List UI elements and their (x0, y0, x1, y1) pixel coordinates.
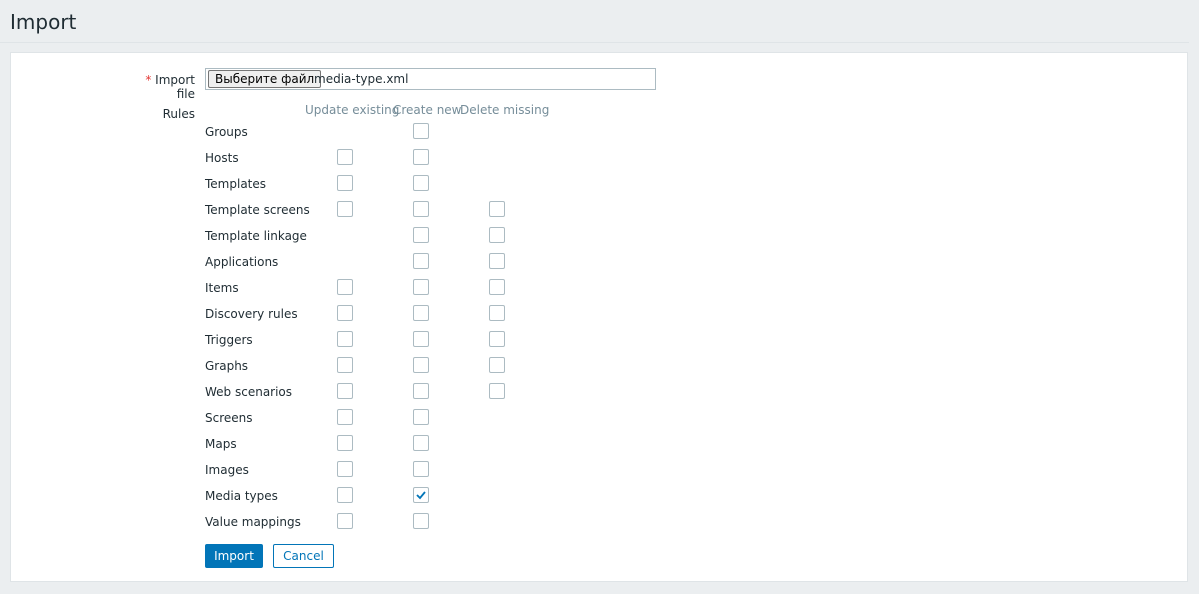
checkbox-create-new-hosts[interactable] (413, 149, 429, 165)
column-create-new: Create new (393, 103, 462, 117)
rule-label-template-screens: Template screens (205, 203, 310, 217)
checkbox-delete-missing-template-screens[interactable] (489, 201, 505, 217)
checkbox-delete-missing-triggers[interactable] (489, 331, 505, 347)
rule-label-maps: Maps (205, 437, 237, 451)
checkbox-create-new-items[interactable] (413, 279, 429, 295)
checkbox-create-new-web-scenarios[interactable] (413, 383, 429, 399)
choose-file-button[interactable]: Выберите файл (208, 70, 322, 88)
import-button[interactable]: Import (205, 544, 263, 568)
checkbox-update-existing-maps[interactable] (337, 435, 353, 451)
rule-label-items: Items (205, 281, 239, 295)
checkbox-create-new-template-screens[interactable] (413, 201, 429, 217)
rule-label-templates: Templates (205, 177, 267, 191)
checkbox-update-existing-template-screens[interactable] (337, 201, 353, 217)
rule-label-images: Images (205, 463, 249, 477)
checkbox-create-new-discovery-rules[interactable] (413, 305, 429, 321)
import-form: * Import file Выберите файл media-type.x… (10, 52, 1188, 582)
checkbox-create-new-template-linkage[interactable] (413, 227, 429, 243)
checkbox-create-new-media-types[interactable] (413, 487, 429, 503)
checkbox-update-existing-screens[interactable] (337, 409, 353, 425)
checkbox-create-new-graphs[interactable] (413, 357, 429, 373)
rule-label-template-linkage: Template linkage (205, 229, 307, 243)
rule-label-graphs: Graphs (205, 359, 249, 373)
checkbox-update-existing-items[interactable] (337, 279, 353, 295)
cancel-button[interactable]: Cancel (273, 544, 334, 568)
rule-label-screens: Screens (205, 411, 253, 425)
checkbox-delete-missing-discovery-rules[interactable] (489, 305, 505, 321)
checkbox-create-new-templates[interactable] (413, 175, 429, 191)
rule-label-triggers: Triggers (205, 333, 253, 347)
checkbox-update-existing-hosts[interactable] (337, 149, 353, 165)
checkbox-create-new-groups[interactable] (413, 123, 429, 139)
rule-label-hosts: Hosts (205, 151, 239, 165)
checkbox-delete-missing-web-scenarios[interactable] (489, 383, 505, 399)
rule-label-applications: Applications (205, 255, 279, 269)
checkbox-update-existing-images[interactable] (337, 461, 353, 477)
column-delete-missing: Delete missing (460, 103, 550, 117)
checkbox-update-existing-triggers[interactable] (337, 331, 353, 347)
checkbox-update-existing-value-mappings[interactable] (337, 513, 353, 529)
checkbox-delete-missing-applications[interactable] (489, 253, 505, 269)
rule-label-groups: Groups (205, 125, 248, 139)
checkbox-delete-missing-graphs[interactable] (489, 357, 505, 373)
checkbox-update-existing-graphs[interactable] (337, 357, 353, 373)
checkbox-update-existing-templates[interactable] (337, 175, 353, 191)
checkbox-update-existing-media-types[interactable] (337, 487, 353, 503)
checkbox-create-new-triggers[interactable] (413, 331, 429, 347)
checkbox-update-existing-web-scenarios[interactable] (337, 383, 353, 399)
checkmark-icon (416, 491, 426, 500)
checkbox-create-new-maps[interactable] (413, 435, 429, 451)
required-mark: * (145, 73, 152, 87)
import-file-label: * Import file (131, 73, 195, 101)
checkbox-create-new-value-mappings[interactable] (413, 513, 429, 529)
import-file-input[interactable]: Выберите файл media-type.xml (205, 68, 656, 90)
rule-label-discovery-rules: Discovery rules (205, 307, 298, 321)
rule-label-web-scenarios: Web scenarios (205, 385, 293, 399)
page-header: Import (0, 0, 1189, 43)
checkbox-create-new-applications[interactable] (413, 253, 429, 269)
import-file-label-text: Import file (155, 73, 195, 101)
column-update-existing: Update existing (305, 103, 400, 117)
checkbox-create-new-images[interactable] (413, 461, 429, 477)
rules-label: Rules (162, 107, 195, 121)
checkbox-create-new-screens[interactable] (413, 409, 429, 425)
rule-label-value-mappings: Value mappings (205, 515, 301, 529)
checkbox-delete-missing-items[interactable] (489, 279, 505, 295)
checkbox-delete-missing-template-linkage[interactable] (489, 227, 505, 243)
selected-file-name: media-type.xml (314, 72, 409, 86)
rule-label-media-types: Media types (205, 489, 278, 503)
checkbox-update-existing-discovery-rules[interactable] (337, 305, 353, 321)
page-title: Import (10, 10, 77, 34)
